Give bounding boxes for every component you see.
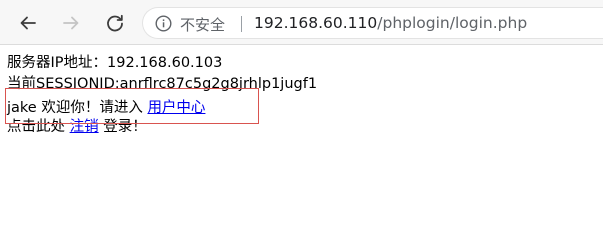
session-id-line: 当前SESSIONID:anrflrc87c5g2g8jrhlp1jugf1 xyxy=(7,76,318,92)
welcome-text: jake 欢迎你！请进入 xyxy=(7,100,143,116)
url-text[interactable]: 192.168.60.110/phplogin/login.php xyxy=(254,14,527,32)
security-label[interactable]: 不安全 xyxy=(180,14,225,35)
address-separator xyxy=(241,16,242,32)
reload-button[interactable] xyxy=(100,8,130,38)
logout-suffix: 登录！ xyxy=(103,119,147,135)
forward-icon xyxy=(63,16,79,30)
welcome-line: jake 欢迎你！请进入 用户中心 xyxy=(7,98,317,119)
back-button[interactable] xyxy=(13,8,43,38)
url-host: 192.168.60.110 xyxy=(254,14,378,32)
browser-toolbar: 不安全 192.168.60.110/phplogin/login.php xyxy=(0,0,603,45)
user-center-link[interactable]: 用户中心 xyxy=(147,100,205,116)
url-path: /phplogin/login.php xyxy=(377,14,528,32)
logout-link[interactable]: 注销 xyxy=(70,119,99,135)
back-icon xyxy=(20,16,36,30)
server-ip-line: 服务器IP地址：192.168.60.103 xyxy=(7,55,223,71)
info-icon xyxy=(155,15,172,32)
site-info-button[interactable] xyxy=(155,15,172,36)
forward-button[interactable] xyxy=(56,8,86,38)
logout-line: 点击此处 注销 登录！ xyxy=(7,117,317,138)
address-bar[interactable]: 不安全 192.168.60.110/phplogin/login.php xyxy=(142,7,603,39)
reload-icon xyxy=(107,14,123,32)
page-content: 服务器IP地址：192.168.60.103 当前SESSIONID:anrfl… xyxy=(7,53,317,138)
logout-prefix: 点击此处 xyxy=(7,119,65,135)
